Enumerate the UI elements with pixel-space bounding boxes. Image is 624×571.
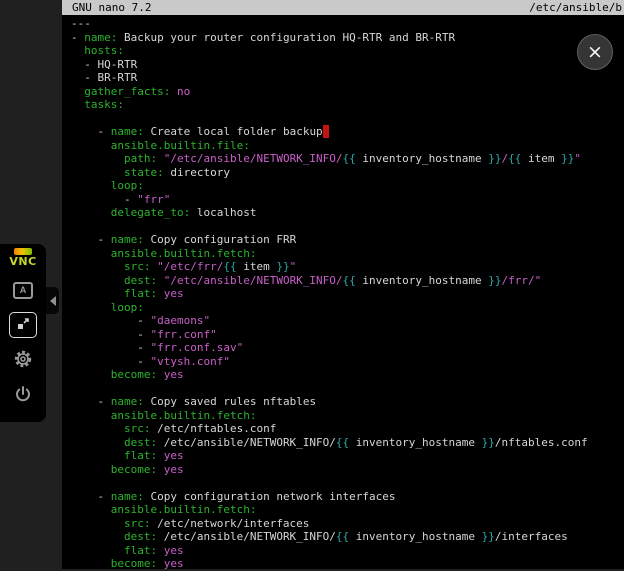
editor-line [71,112,624,126]
editor-line: src: /etc/network/interfaces [71,517,624,531]
editor-line: --- [71,17,624,31]
editor-line [71,476,624,490]
nano-version-label: GNU nano 7.2 [72,1,151,14]
editor-line: - name: Copy saved rules nftables [71,395,624,409]
editor-line: path: "/etc/ansible/NETWORK_INFO/{{ inve… [71,152,624,166]
editor-line: - "frr" [71,193,624,207]
vnc-control-bar: VNC A [0,244,46,422]
editor-line: src: /etc/nftables.conf [71,422,624,436]
editor-line: tasks: [71,98,624,112]
nano-filename-label: /etc/ansible/b [529,1,622,14]
editor-line: ansible.builtin.file: [71,139,624,153]
editor-line: - name: Copy configuration FRR [71,233,624,247]
text-cursor [323,125,330,138]
terminal-window: GNU nano 7.2 /etc/ansible/b ---- name: B… [62,0,624,569]
editor-line: loop: [71,301,624,315]
power-button[interactable] [9,382,37,408]
editor-line: become: yes [71,463,624,477]
vnc-logo-mark [14,248,32,255]
vnc-logo: VNC [9,248,36,268]
close-button[interactable]: × [577,34,613,70]
editor-line: loop: [71,179,624,193]
keyboard-icon: A [13,282,33,299]
nano-editor[interactable]: ---- name: Backup your router configurat… [62,15,624,571]
power-icon [14,385,32,406]
editor-line: ansible.builtin.fetch: [71,409,624,423]
editor-line: - HQ-RTR [71,58,624,72]
editor-line: - "vtysh.conf" [71,355,624,369]
editor-line: dest: /etc/ansible/NETWORK_INFO/{{ inven… [71,436,624,450]
editor-line: become: yes [71,557,624,571]
editor-line: state: directory [71,166,624,180]
editor-line: dest: "/etc/ansible/NETWORK_INFO/{{ inve… [71,274,624,288]
editor-line: delegate_to: localhost [71,206,624,220]
editor-line: - BR-RTR [71,71,624,85]
editor-line: - name: Backup your router configuration… [71,31,624,45]
editor-line: - "frr.conf" [71,328,624,342]
chevron-left-icon [50,296,56,306]
fullscreen-button[interactable] [9,312,37,338]
fullscreen-icon [16,317,30,334]
editor-line: flat: yes [71,449,624,463]
gear-icon [13,349,33,372]
keyboard-button[interactable]: A [9,277,37,303]
control-bar-handle[interactable] [46,287,59,314]
editor-line: src: "/etc/frr/{{ item }}" [71,260,624,274]
editor-line: - name: Copy configuration network inter… [71,490,624,504]
editor-line: ansible.builtin.fetch: [71,247,624,261]
keyboard-icon-letter: A [20,285,27,295]
editor-line: gather_facts: no [71,85,624,99]
editor-line: - "frr.conf.sav" [71,341,624,355]
editor-line [71,220,624,234]
editor-line: hosts: [71,44,624,58]
vnc-logo-text: VNC [9,255,36,268]
editor-line [71,382,624,396]
close-icon: × [587,43,603,62]
editor-line: - name: Create local folder backup [71,125,624,139]
nano-titlebar: GNU nano 7.2 /etc/ansible/b [62,0,624,15]
editor-line: flat: yes [71,544,624,558]
settings-button[interactable] [9,347,37,373]
editor-line: ansible.builtin.fetch: [71,503,624,517]
editor-line: become: yes [71,368,624,382]
editor-line: dest: /etc/ansible/NETWORK_INFO/{{ inven… [71,530,624,544]
editor-line: flat: yes [71,287,624,301]
editor-line: - "daemons" [71,314,624,328]
